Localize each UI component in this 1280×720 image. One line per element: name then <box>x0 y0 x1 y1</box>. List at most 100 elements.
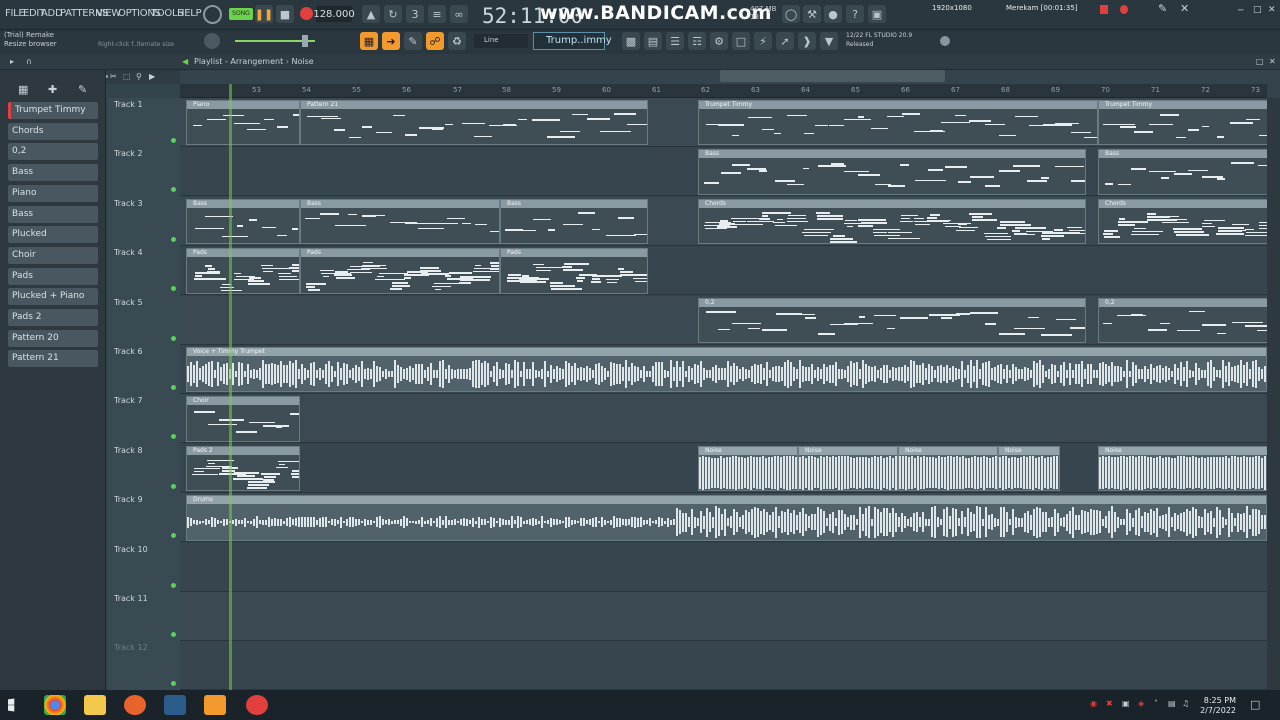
playlist-icon[interactable]: ▩ <box>622 32 640 50</box>
browser-icon[interactable]: □ <box>732 32 750 50</box>
windows-start-icon[interactable] <box>8 698 15 712</box>
plugin-icon[interactable]: ⚒ <box>803 5 821 23</box>
panel-arrow-icon[interactable]: ▸ <box>10 57 14 66</box>
pattern-clip[interactable]: Trumpet Timmy <box>698 100 1098 146</box>
tray-volume-icon[interactable]: ♫ <box>1182 699 1189 708</box>
metronome-icon[interactable]: ▲ <box>362 5 380 23</box>
track-name[interactable]: Track 2 <box>114 149 143 158</box>
track-mute-led[interactable] <box>171 385 176 390</box>
vertical-scrollbar[interactable] <box>1267 98 1280 690</box>
channel-rack-icon[interactable]: ☰ <box>666 32 684 50</box>
tray-network-icon[interactable]: ▤ <box>1168 699 1176 708</box>
file-explorer-icon[interactable] <box>84 695 106 715</box>
chrome-icon[interactable] <box>44 695 66 715</box>
timeline-ruler[interactable]: 53 54 55 56 57 58 59 60 61 62 63 64 65 66 67 68 69 70 71 72… <box>180 84 1267 98</box>
pattern-clip[interactable]: Bass <box>1098 149 1267 195</box>
record-button[interactable] <box>300 7 313 20</box>
audio-clip[interactable]: Noise <box>898 445 998 492</box>
minimize-icon[interactable]: ─ <box>1238 6 1243 16</box>
pattern-icon[interactable]: ▦ <box>360 32 378 50</box>
playhead[interactable] <box>229 84 232 690</box>
track-mute-led[interactable] <box>171 187 176 193</box>
countdown-icon[interactable]: 3 <box>406 5 424 23</box>
pattern-item[interactable]: Trumpet Timmy <box>8 102 98 119</box>
menu-file[interactable]: FILE <box>5 8 25 19</box>
select-tool-icon[interactable]: ⬚ <box>123 72 131 81</box>
track-mute-led[interactable] <box>171 236 176 242</box>
touch-icon[interactable]: ❱ <box>798 32 816 50</box>
pattern-clip[interactable]: Pads 2 <box>186 445 300 492</box>
song-mode-button[interactable]: SONG <box>229 8 253 20</box>
track-name[interactable]: Track 3 <box>114 199 143 208</box>
menu-help[interactable]: HELP <box>177 8 202 19</box>
arrow-icon[interactable]: ➜ <box>382 32 400 50</box>
track-name[interactable]: Track 11 <box>114 594 148 603</box>
close-window-icon[interactable]: ✕ <box>1268 5 1276 15</box>
pattern-clip[interactable]: 0,2 <box>698 297 1086 343</box>
cpu-icon[interactable]: ◯ <box>782 5 800 23</box>
track-lane[interactable] <box>180 592 1267 641</box>
picker-brush-icon[interactable]: ✎ <box>78 83 87 96</box>
pattern-item[interactable]: Pattern 20 <box>8 329 98 347</box>
panel-close-icon[interactable]: ✕ <box>1269 57 1276 66</box>
pattern-item[interactable]: Pads 2 <box>8 309 98 326</box>
panel-maximize-icon[interactable]: □ <box>1256 57 1264 66</box>
track-mute-led[interactable] <box>171 286 176 292</box>
track-name[interactable]: Track 4 <box>114 248 143 257</box>
track-name[interactable]: Track 1 <box>114 100 143 109</box>
pattern-clip[interactable]: 0,2 <box>1098 297 1267 343</box>
track-lane[interactable] <box>180 394 1267 444</box>
audio-clip[interactable]: Noise <box>698 445 798 492</box>
playback-tool-icon[interactable]: ▶ <box>149 72 155 81</box>
track-mute-led[interactable] <box>171 533 176 539</box>
pattern-clip[interactable]: Choir <box>186 396 300 442</box>
stop-button[interactable]: ■ <box>276 5 294 23</box>
stop-record-icon[interactable] <box>1120 5 1128 14</box>
fl-studio-taskbar-icon[interactable] <box>204 695 226 715</box>
piano-roll-icon[interactable]: ▤ <box>644 32 662 50</box>
pattern-item[interactable]: Plucked <box>8 226 98 244</box>
pattern-clip[interactable]: Pads <box>300 248 500 294</box>
master-pitch-knob[interactable] <box>204 33 220 49</box>
mixer-icon[interactable]: ☶ <box>688 32 706 50</box>
pattern-clip[interactable]: Piano <box>186 100 300 146</box>
track-mute-led[interactable] <box>171 483 176 489</box>
edit-icon[interactable]: ✎ <box>1158 2 1167 15</box>
track-mute-led[interactable] <box>171 632 176 637</box>
paint-icon[interactable]: ✎ <box>404 32 422 50</box>
track-mute-led[interactable] <box>171 681 176 687</box>
pattern-clip[interactable]: Pads <box>186 248 300 294</box>
tray-bandicam-icon[interactable]: ✖ <box>1106 699 1113 708</box>
pattern-clip[interactable]: Pads <box>500 248 648 294</box>
plug-icon[interactable]: ⚡ <box>754 32 772 50</box>
slice-tool-icon[interactable]: ✂ <box>110 72 117 81</box>
track-name[interactable]: Track 9 <box>114 495 143 504</box>
pause-record-icon[interactable] <box>1100 5 1108 14</box>
track-name[interactable]: Track 8 <box>114 446 143 455</box>
tray-record-icon[interactable]: ◉ <box>1090 699 1097 708</box>
track-name[interactable]: Track 7 <box>114 396 143 405</box>
snap-selector[interactable]: Line <box>474 34 528 48</box>
track-lane[interactable] <box>180 641 1267 690</box>
magnet-icon[interactable]: ∩ <box>26 57 32 66</box>
pattern-clip[interactable]: Bass <box>300 198 500 245</box>
pattern-item[interactable]: Piano <box>8 184 98 202</box>
step-edit-icon[interactable]: ≡ <box>428 5 446 23</box>
picker-add-icon[interactable]: ✚ <box>48 83 57 96</box>
bandicam-taskbar-icon[interactable] <box>246 695 268 715</box>
arrangement-arrow-icon[interactable]: ◀ <box>182 57 188 66</box>
mic-icon[interactable]: ● <box>824 5 842 23</box>
audio-clip[interactable]: Noise <box>998 445 1060 492</box>
track-mute-led[interactable] <box>171 434 176 440</box>
channel-selector[interactable]: Trump..immy <box>533 32 612 50</box>
firefox-icon[interactable] <box>124 695 146 715</box>
track-name[interactable]: Track 12 <box>114 643 148 652</box>
track-mute-led[interactable] <box>171 138 176 143</box>
track-name[interactable]: Track 6 <box>114 347 143 356</box>
pattern-clip[interactable]: Bass <box>698 149 1086 195</box>
pattern-item[interactable]: Bass <box>8 164 98 182</box>
audio-clip[interactable]: Voice + Timmy Trumpet <box>186 347 1267 393</box>
track-mute-led[interactable] <box>171 582 176 588</box>
wait-input-icon[interactable]: ↻ <box>384 5 402 23</box>
tray-up-icon[interactable]: ˄ <box>1154 699 1158 708</box>
